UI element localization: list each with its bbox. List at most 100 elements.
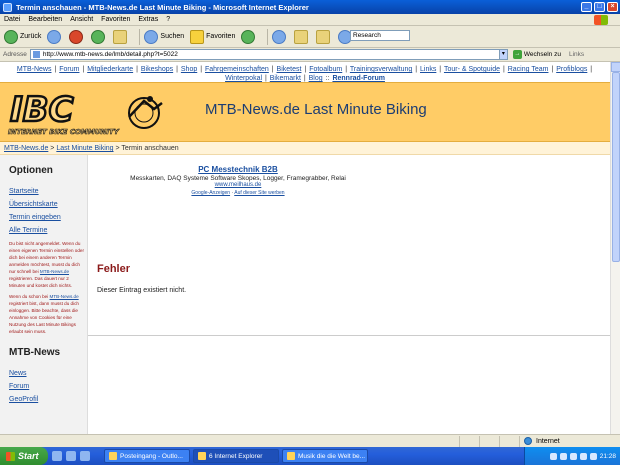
window-controls: _ □ × <box>581 2 618 12</box>
ie-icon <box>3 2 12 12</box>
nav-link[interactable]: Links <box>420 66 436 73</box>
taskbar-item-music[interactable]: Musik die die Welt be... <box>282 449 368 463</box>
globe-icon <box>524 437 532 445</box>
print-button[interactable] <box>294 29 310 44</box>
sidebar-link-uebersichtskarte[interactable]: Übersichtskarte <box>9 201 87 208</box>
nav-link[interactable]: Bikemarkt <box>270 75 301 82</box>
breadcrumb-section[interactable]: Last Minute Biking <box>56 145 113 152</box>
banner-title: MTB-News.de Last Minute Biking <box>205 101 427 118</box>
nav-link[interactable]: Forum <box>59 66 79 73</box>
forward-button[interactable] <box>47 29 63 44</box>
start-button[interactable]: Start <box>0 447 48 465</box>
nav-link[interactable]: Bikeshops <box>141 66 173 73</box>
login-note: Du bist nicht angemeldet. Wenn du einen … <box>9 241 84 288</box>
window-titlebar: Termin anschauen - MTB-News.de Last Minu… <box>0 0 620 14</box>
logo-subtext: INTERNET BIKE COMMUNITY <box>8 128 120 136</box>
nav-link[interactable]: Mitgliederkarte <box>87 66 133 73</box>
nav-link-rennrad[interactable]: Rennrad-Forum <box>332 75 385 82</box>
nav-link[interactable]: Fahrgemeinschaften <box>205 66 269 73</box>
google-ads-link[interactable]: Google-Anzeigen <box>191 190 230 196</box>
quicklaunch-outlook-icon[interactable] <box>80 451 90 461</box>
advertise-link[interactable]: Auf dieser Site werben <box>234 190 284 196</box>
folder-button[interactable] <box>316 29 332 44</box>
mail-button[interactable] <box>272 29 288 44</box>
ad-title[interactable]: PC Messtechnik B2B <box>88 165 388 174</box>
print-icon <box>294 29 309 44</box>
stop-button[interactable] <box>69 29 85 44</box>
address-url: http://www.mtb-news.de/lmb/detail.php?t=… <box>42 51 178 58</box>
nav-link[interactable]: Trainingsverwaltung <box>350 66 412 73</box>
nav-link[interactable]: Tour- & Spotguide <box>444 66 500 73</box>
quicklaunch-desktop-icon[interactable] <box>66 451 76 461</box>
vertical-scrollbar[interactable] <box>610 62 620 434</box>
windows-flag-icon <box>6 451 15 461</box>
sidebar-link-geoprofil[interactable]: GeoProfil <box>9 396 87 403</box>
menu-datei[interactable]: Datei <box>4 16 20 23</box>
links-toolbar[interactable]: Links <box>569 51 584 58</box>
favorites-button[interactable]: Favoriten <box>190 29 235 44</box>
tray-icon[interactable] <box>549 452 557 460</box>
nav-link[interactable]: Winterpokal <box>225 75 262 82</box>
nav-link[interactable]: Biketest <box>277 66 302 73</box>
sidebar-link-alle-termine[interactable]: Alle Termine <box>9 227 87 234</box>
ibc-logo[interactable]: IBC INTERNET BIKE COMMUNITY <box>4 89 190 137</box>
tray-icon[interactable] <box>559 452 567 460</box>
google-ad: PC Messtechnik B2B Messkarten, DAQ Syste… <box>88 165 388 196</box>
sidebar-link-startseite[interactable]: Startseite <box>9 188 87 195</box>
address-dropdown-icon[interactable]: ▾ <box>498 49 508 60</box>
search-icon <box>144 29 159 44</box>
back-button[interactable]: Zurück <box>4 29 41 44</box>
menu-extras[interactable]: Extras <box>138 16 158 23</box>
toolbar-separator <box>139 28 141 45</box>
error-message: Dieser Eintrag existiert nicht. <box>97 287 187 294</box>
sidebar-link-termin-eingeben[interactable]: Termin eingeben <box>9 214 87 221</box>
nav-link[interactable]: MTB-News <box>17 66 52 73</box>
close-button[interactable]: × <box>607 2 618 12</box>
address-bar: Adresse http://www.mtb-news.de/lmb/detai… <box>0 48 620 62</box>
nav-link[interactable]: Fotoalbum <box>309 66 342 73</box>
refresh-icon <box>91 29 106 44</box>
star-icon <box>190 29 205 44</box>
home-icon <box>113 29 128 44</box>
taskbar-item-outlook[interactable]: Posteingang - Outlo... <box>104 449 190 463</box>
logo-text: IBC <box>10 90 74 130</box>
scroll-up-icon[interactable] <box>611 62 620 72</box>
menu-help[interactable]: ? <box>166 16 170 23</box>
go-button[interactable]: → Wechseln zu <box>512 50 561 59</box>
menu-bearbeiten[interactable]: Bearbeiten <box>28 16 62 23</box>
nav-link[interactable]: Shop <box>181 66 197 73</box>
taskbar-item-ie[interactable]: 6 Internet Explorer <box>193 449 279 463</box>
nav-link[interactable]: Blog <box>309 75 323 82</box>
clock[interactable]: 21:28 <box>600 453 616 460</box>
window-title: Termin anschauen - MTB-News.de Last Minu… <box>16 2 309 12</box>
minimize-button[interactable]: _ <box>581 2 592 12</box>
tray-icon[interactable] <box>579 452 587 460</box>
volume-icon[interactable] <box>589 452 597 460</box>
refresh-button[interactable] <box>91 29 107 44</box>
nav-link[interactable]: Profiblogs <box>556 66 587 73</box>
folder-icon <box>316 29 331 44</box>
home-button[interactable] <box>113 29 129 44</box>
tray-icon[interactable] <box>569 452 577 460</box>
address-input[interactable]: http://www.mtb-news.de/lmb/detail.php?t=… <box>29 49 500 60</box>
research-field[interactable]: Research <box>350 30 410 41</box>
scroll-thumb[interactable] <box>612 72 620 262</box>
search-button[interactable]: Suchen <box>144 29 184 44</box>
quicklaunch-ie-icon[interactable] <box>52 451 62 461</box>
breadcrumb-home[interactable]: MTB-News.de <box>4 145 48 152</box>
login-link[interactable]: MTB-News.de <box>50 294 79 299</box>
ad-text: Messkarten, DAQ Systeme Software Skopes,… <box>130 175 346 182</box>
nav-link[interactable]: Racing Team <box>508 66 549 73</box>
ad-url[interactable]: www.meilhaus.de <box>88 182 388 188</box>
history-button[interactable] <box>241 29 257 44</box>
ie-icon <box>198 452 206 460</box>
sidebar-heading-mtb-news: MTB-News <box>9 347 61 358</box>
register-link[interactable]: MTB-News.de <box>40 269 69 274</box>
menu-ansicht[interactable]: Ansicht <box>70 16 93 23</box>
menu-favoriten[interactable]: Favoriten <box>101 16 130 23</box>
status-bar: Internet <box>0 434 620 447</box>
sidebar-link-news[interactable]: News <box>9 370 87 377</box>
ad-footer: Google-Anzeigen · Auf dieser Site werben <box>191 190 285 196</box>
sidebar-link-forum[interactable]: Forum <box>9 383 87 390</box>
maximize-button[interactable]: □ <box>594 2 605 12</box>
